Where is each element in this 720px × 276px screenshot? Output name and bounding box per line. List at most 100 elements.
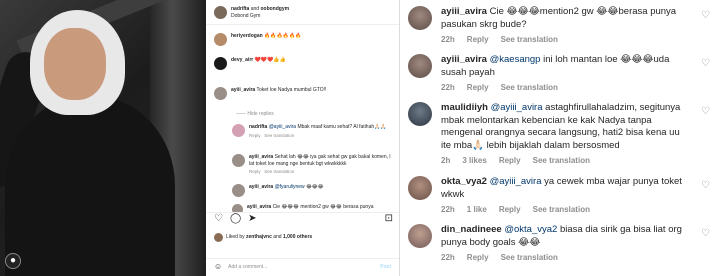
avatar[interactable] [408,176,432,200]
like-count[interactable]: 3 likes [462,156,486,165]
avatar[interactable] [408,54,432,78]
face [44,28,106,100]
comment-user[interactable]: ayiii_avira [249,184,273,190]
reply-button[interactable]: Reply [467,35,489,44]
avatar[interactable] [408,6,432,30]
comment-icon[interactable]: ◯ [230,214,241,223]
share-icon[interactable]: ➤ [248,214,256,223]
comment-user[interactable]: ayiii_avira [441,6,487,17]
comment-text: 😂😂😂 [306,184,324,190]
liker-avatar[interactable] [214,233,223,242]
see-translation-button[interactable]: See translation [533,156,590,165]
hide-replies-label[interactable]: —— Hide replies [236,111,274,118]
comment-user[interactable]: ayiii_avira [247,204,271,210]
likes-and: and [273,234,282,241]
bookmark-icon[interactable]: ⊡ [385,214,393,223]
comment-row: heriyerdogan 🔥🔥🔥🔥🔥🔥 [214,33,395,46]
comment-user[interactable]: devy_airr [231,57,253,63]
comment-time: 22h [441,83,455,92]
like-icon[interactable]: ♡ [214,214,223,223]
post-button[interactable]: Post [380,264,391,271]
black-top [5,95,175,276]
mention-link[interactable]: @ayiii_avira [491,102,543,113]
liker-name[interactable]: zenthajvnc [246,234,272,241]
comment-row: ayiii_avira Toket loe Nadya mumbul GTO!! [214,87,395,100]
comment-user[interactable]: ayiii_avira [441,54,487,65]
avatar[interactable] [408,224,432,248]
comment-text: Mbak maaf kamu sehat? Al fatihah🙏🏻🙏🏻 [297,124,387,130]
comment-row: okta_vya2 @ayiii_avira ya cewek mba waja… [408,176,710,217]
reply-button[interactable]: Reply [499,205,521,214]
see-translation-button[interactable]: See translation [264,169,294,174]
comment-row: din_nadineee @okta_vya2 biasa dia sirik … [408,224,710,265]
comment-time: 2h [441,156,451,165]
post-actions: ♡ ◯ ➤ ⊡ [214,214,393,223]
reply-button[interactable]: Reply [249,133,261,138]
mention-link[interactable]: @ayiii_avira [269,124,296,130]
likes-line: Liked by zenthajvnc and 1,000 others [214,233,312,242]
mention-link[interactable]: @okta_vya2 [504,224,557,235]
tagged-user-icon[interactable]: ● [5,253,21,269]
comment-user[interactable]: maulidiiyh [441,102,488,113]
avatar[interactable] [214,57,227,70]
comment-user[interactable]: ayiii_avira [249,154,273,160]
comment-row: devy_airr ❤️❤️❤️👍👍 [214,57,395,70]
comment-input[interactable]: Add a comment... [228,264,267,271]
like-heart-icon[interactable]: ♡ [701,228,710,241]
avatar[interactable] [214,87,227,100]
post-location[interactable]: Dobond Gym [231,13,395,20]
reply-row: ayiii_avira Cie 😂😂😂 mention2 gw 😂😂 beras… [232,204,395,212]
see-translation-button[interactable]: See translation [501,83,558,92]
see-translation-button[interactable]: See translation [501,35,558,44]
and-text: and [250,6,260,12]
see-translation-button[interactable]: See translation [501,253,558,262]
comment-user[interactable]: heriyerdogan [231,33,263,39]
comment-user[interactable]: ayiii_avira [231,87,255,93]
avatar[interactable] [232,184,245,197]
comment-time: 22h [441,35,455,44]
like-heart-icon[interactable]: ♡ [701,58,710,71]
reply-button[interactable]: Reply [499,156,521,165]
comment-user[interactable]: din_nadineee [441,224,502,235]
mention-link[interactable]: @kaesangp [490,54,541,65]
reply-row: nadrifta @ayiii_avira Mbak maaf kamu seh… [232,124,395,139]
avatar[interactable] [408,102,432,126]
reply-row: ayiii_avira @fyaruliynew 😂😂😂 [232,184,395,197]
avatar[interactable] [214,33,227,46]
add-comment-bar: ☺ Add a comment... Post [206,258,399,276]
mention-link[interactable]: @ayiii_avira [490,176,542,187]
comment-row: ayiii_avira @kaesangp ini loh mantan loe… [408,54,710,95]
like-heart-icon[interactable]: ♡ [701,106,710,119]
instagram-post-panel: nadrifta and oobondgym Dobond Gym heriye… [206,0,400,276]
see-translation-button[interactable]: See translation [264,133,294,138]
reply-button[interactable]: Reply [467,83,489,92]
comment-user[interactable]: okta_vya2 [441,176,487,187]
hide-replies[interactable]: —— Hide replies [236,111,395,118]
avatar[interactable] [232,124,245,137]
comment-row: maulidiiyh @ayiii_avira astaghfirullahal… [408,102,710,168]
comment-text: Toket loe Nadya mumbul GTO!! [256,87,327,93]
comment-text: Cie 😂😂😂 mention2 gw 😂😂 berasa punya [272,204,374,210]
reply-button[interactable]: Reply [249,169,261,174]
like-heart-icon[interactable]: ♡ [701,10,710,23]
likes-count[interactable]: 1,000 others [283,234,312,241]
author-name[interactable]: nadrifta [231,6,249,12]
post-photo[interactable]: ● [0,0,206,276]
post-header: nadrifta and oobondgym Dobond Gym [214,6,395,19]
reply-button[interactable]: Reply [467,253,489,262]
see-translation-button[interactable]: See translation [533,205,590,214]
likes-prefix: Liked by [226,234,245,241]
comment-user[interactable]: nadrifta [249,124,267,130]
like-heart-icon[interactable]: ♡ [701,180,710,193]
comment-time: 22h [441,205,455,214]
mention-link[interactable]: @fyaruliynew [275,184,305,190]
comment-text: ❤️❤️❤️👍👍 [254,57,286,63]
avatar[interactable] [232,154,245,167]
comment-row: ayiii_avira Cie 😂😂😂mention2 gw 😂😂berasa … [408,6,710,47]
like-count[interactable]: 1 like [467,205,487,214]
author-avatar[interactable] [214,6,227,19]
avatar[interactable] [232,204,243,212]
emoji-icon[interactable]: ☺ [214,263,222,271]
comment-time: 22h [441,253,455,262]
coauthor-name[interactable]: oobondgym [260,6,289,12]
